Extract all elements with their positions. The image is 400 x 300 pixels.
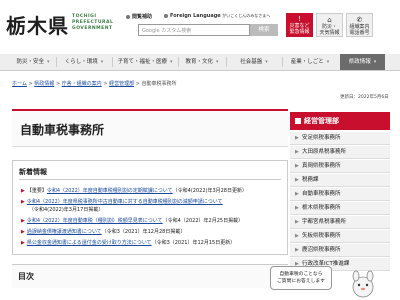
- arrow-right-icon: ▶: [295, 163, 299, 169]
- chevron-down-icon: ▾: [170, 59, 173, 65]
- breadcrumb-current: 自動車税事務所: [141, 81, 177, 87]
- arrow-right-icon: ▶: [295, 177, 299, 183]
- gnav-industry-work[interactable]: 産業・しごと ▾: [284, 54, 336, 70]
- organization-phone-button[interactable]: ✆ 組織案内 電話番号: [346, 13, 373, 37]
- table-of-contents: 目次: [12, 264, 288, 288]
- global-nav: 防災・安全 ▾ くらし・環境 ▾ 子育て・福祉・医療 ▾ 教育・文化 ▾ 社会基盤 ▾ 産…: [0, 54, 400, 71]
- chevron-down-icon: ▾: [216, 59, 219, 65]
- news-link[interactable]: 令和4（2022）年度県税事務所中古自動車に対する自動車税種別割の減額申請につい…: [27, 199, 223, 205]
- chatbot-bubble[interactable]: 自動車税のことなら ご質問にお答えします: [270, 266, 332, 290]
- breadcrumb-management-dept[interactable]: 経営管理部: [109, 81, 134, 87]
- breadcrumb-prefectural-info[interactable]: 県政情報: [34, 81, 54, 87]
- gnav-living-environment[interactable]: くらし・環境 ▾: [58, 54, 110, 70]
- search-input[interactable]: Google カスタム検索: [138, 24, 250, 36]
- chevron-down-icon: ▾: [265, 59, 268, 65]
- side-item[interactable]: ▶ 真岡県税事務所: [290, 160, 390, 173]
- breadcrumb: ホーム > 県政情報 > 庁舎・組織の案内 > 経営管理部 > 自動車税事務所: [12, 81, 177, 87]
- chevron-down-icon: ▾: [326, 59, 330, 65]
- accessibility-link[interactable]: 閲覧補助: [126, 13, 152, 20]
- news-item-date: （令和4(2022)年3月17日掲載）: [29, 207, 104, 213]
- news-item: ▶ 令和4（2022）年度自動車税（種別割）税額早見表について（令和4（2022）…: [21, 218, 244, 224]
- news-link[interactable]: 令和4（2022）年度自動車税（種別割）税額早見表について: [27, 218, 163, 224]
- arrow-right-icon: ▶: [21, 199, 25, 205]
- arrow-right-icon: ▶: [295, 205, 299, 211]
- side-item[interactable]: ▶ 安足県税事務所: [290, 132, 390, 145]
- gnav-education-culture[interactable]: 教育・文化 ▾: [180, 54, 224, 70]
- breadcrumb-office-guide[interactable]: 庁舎・組織の案内: [62, 81, 102, 87]
- arrow-right-icon: ▶: [295, 135, 299, 141]
- arrow-right-icon: ▶: [295, 233, 299, 239]
- toc-heading: 目次: [18, 272, 34, 281]
- side-item[interactable]: ▶ 大田原県税事務所: [290, 146, 390, 159]
- globe-icon: [164, 13, 168, 18]
- arrow-right-icon: ▶: [295, 247, 299, 253]
- arrow-right-icon: ▶: [21, 229, 25, 235]
- news-heading: 新着情報: [19, 168, 47, 176]
- emergency-info-button[interactable]: ! 災害など 緊急情報: [286, 13, 313, 37]
- news-link[interactable]: 過誤納金債権譲渡通知書について: [27, 229, 102, 235]
- arrow-right-icon: ▶: [21, 188, 25, 194]
- gnav-infrastructure[interactable]: 社会基盤 ▾: [228, 54, 280, 70]
- arrow-right-icon: ▶: [295, 191, 299, 197]
- search-button[interactable]: 検索: [250, 24, 278, 36]
- news-item: ▶ 過誤納金債権譲渡通知書について（令和3（2021）年12月28日掲載）: [21, 229, 186, 235]
- square-icon: [295, 118, 301, 124]
- arrow-right-icon: ▶: [21, 218, 25, 224]
- chevron-down-icon: ▾: [373, 59, 377, 65]
- divider: [19, 179, 281, 180]
- arrow-right-icon: ▶: [295, 219, 299, 225]
- side-item[interactable]: ▶ 宇都宮県税事務所: [290, 216, 390, 229]
- speaker-icon: [126, 14, 130, 19]
- news-link[interactable]: 令和4（2022）年度自動車税種別割の定期賦課について: [47, 188, 173, 194]
- side-menu-heading[interactable]: 経営管理部: [290, 112, 390, 130]
- chevron-down-icon: ▾: [47, 59, 50, 65]
- news-item: ▶ 県公金収金通知書による還付金の受け取り方法について（令和3（2021）年12月…: [21, 240, 236, 246]
- news-panel: 新着情報 ▶ 【重要】令和4（2022）年度自動車税種別割の定期賦課について（令和…: [12, 160, 288, 255]
- warning-icon: !: [298, 15, 301, 23]
- side-item[interactable]: ▶ 鹿沼県税事務所: [290, 244, 390, 257]
- side-item[interactable]: ▶ 税務課: [290, 174, 390, 187]
- news-item: ▶ 令和4（2022）年度県税事務所中古自動車に対する自動車税種別割の減額申請につ…: [21, 198, 223, 205]
- site-logo-en: TOCHIGI PREFECTURAL GOVERNMENT: [72, 14, 114, 31]
- update-date: 更新日：2022年5月6日: [340, 95, 389, 100]
- breadcrumb-home[interactable]: ホーム: [12, 81, 27, 87]
- chevron-down-icon: ▾: [100, 59, 104, 65]
- news-link[interactable]: 県公金収金通知書による還付金の受け取り方法について: [27, 240, 152, 246]
- side-item[interactable]: ▶ 自動車税事務所: [290, 188, 390, 201]
- phone-icon: ✆: [356, 16, 363, 24]
- gnav-prefectural-info[interactable]: 県政情報 ▾: [340, 54, 385, 70]
- page-title-box: 自動車税事務所: [12, 109, 288, 147]
- disaster-weather-button[interactable]: ⌂ 防災・ 天気情報: [316, 13, 343, 37]
- arrow-right-icon: ▶: [295, 149, 299, 155]
- mascot-icon[interactable]: [348, 268, 378, 298]
- site-header: 栃木県 TOCHIGI PREFECTURAL GOVERNMENT 閲覧補助 …: [0, 0, 400, 50]
- gnav-disaster-safety[interactable]: 防災・安全 ▾: [12, 54, 54, 70]
- umbrella-icon: ⌂: [327, 16, 332, 24]
- arrow-right-icon: ▶: [21, 240, 25, 246]
- gnav-childcare-welfare[interactable]: 子育て・福祉・医療 ▾: [114, 54, 176, 70]
- side-item[interactable]: ▶ 矢板県税事務所: [290, 230, 390, 243]
- site-logo[interactable]: 栃木県: [6, 10, 69, 39]
- news-item: ▶ 【重要】令和4（2022）年度自動車税種別割の定期賦課について（令和4(202…: [21, 188, 247, 194]
- page-title: 自動車税事務所: [20, 123, 105, 137]
- foreign-language-link[interactable]: Foreign Language がいこくじんのみなさまへ: [164, 13, 270, 19]
- side-item[interactable]: ▶ 栃木県税事務所: [290, 202, 390, 215]
